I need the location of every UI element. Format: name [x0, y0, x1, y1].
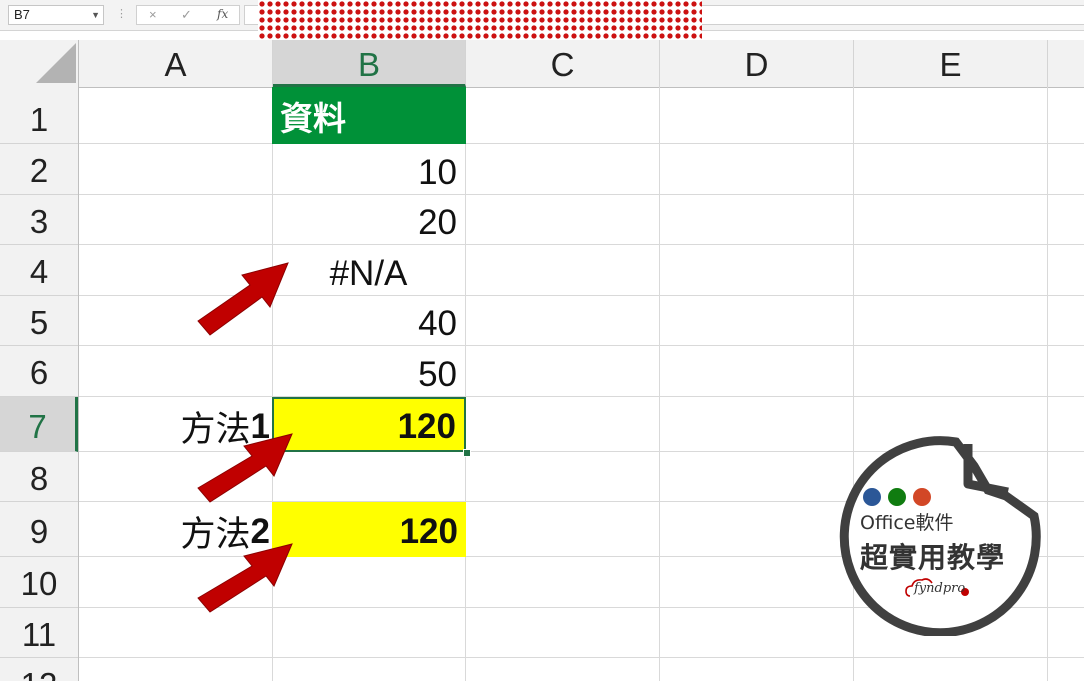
redacted-region — [258, 0, 702, 40]
row-header-8[interactable]: 8 — [0, 452, 78, 502]
cell-b5[interactable]: 40 — [272, 296, 465, 346]
cell-b6[interactable]: 50 — [272, 346, 465, 397]
row-header-11[interactable]: 11 — [0, 608, 78, 658]
row-header-6[interactable]: 6 — [0, 346, 78, 397]
logo-line2: 超實用教學 — [860, 541, 1006, 574]
column-header-f[interactable] — [1048, 40, 1084, 87]
fyndpro-logo: fyndpro — [904, 576, 974, 602]
cell-b7-selected[interactable]: 120 — [272, 397, 466, 452]
office-tutorial-logo: Office軟件 超實用教學 fyndpro — [836, 436, 1042, 636]
column-header-e[interactable]: E — [854, 40, 1048, 87]
column-header-d[interactable]: D — [660, 40, 854, 87]
formula-buttons: × ✓ fx — [136, 5, 240, 25]
row-header-2[interactable]: 2 — [0, 144, 78, 195]
fill-handle[interactable] — [463, 449, 471, 457]
insert-function-icon[interactable]: fx — [217, 7, 228, 21]
column-header-a[interactable]: A — [79, 40, 273, 87]
logo-line1: Office軟件 — [860, 512, 954, 534]
name-box-value: B7 — [14, 7, 30, 22]
cell-b4[interactable]: #N/A — [272, 245, 465, 296]
enter-icon[interactable]: ✓ — [181, 7, 192, 23]
row-header-10[interactable]: 10 — [0, 557, 78, 608]
cell-b3[interactable]: 20 — [272, 195, 465, 245]
cell-b2[interactable]: 10 — [272, 144, 465, 195]
column-header-c[interactable]: C — [466, 40, 660, 87]
row-header-4[interactable]: 4 — [0, 245, 78, 296]
column-headers: A B C D E — [0, 40, 1084, 88]
row-header-9[interactable]: 9 — [0, 502, 78, 557]
cancel-icon[interactable]: × — [149, 7, 157, 22]
arrow-icon — [197, 433, 293, 503]
chevron-down-icon[interactable]: ▼ — [91, 6, 100, 24]
row-headers: 1 2 3 4 5 6 7 8 9 10 11 12 — [0, 87, 79, 681]
row-header-7[interactable]: 7 — [0, 397, 78, 452]
name-box[interactable]: B7 ▼ — [8, 5, 104, 25]
cell-b1[interactable]: 資料 — [272, 87, 466, 144]
row-header-1[interactable]: 1 — [0, 87, 78, 144]
row-header-5[interactable]: 5 — [0, 296, 78, 346]
formula-bar-grip-icon[interactable]: ⋮ — [116, 7, 128, 20]
arrow-icon — [197, 262, 289, 336]
row-header-3[interactable]: 3 — [0, 195, 78, 245]
logo-brand: fyndpro — [914, 581, 966, 596]
arrow-icon — [197, 543, 293, 613]
row-header-12[interactable]: 12 — [0, 658, 78, 681]
column-header-b[interactable]: B — [273, 40, 466, 87]
select-all-triangle-icon[interactable] — [36, 43, 76, 83]
cell-b9[interactable]: 120 — [272, 502, 466, 557]
